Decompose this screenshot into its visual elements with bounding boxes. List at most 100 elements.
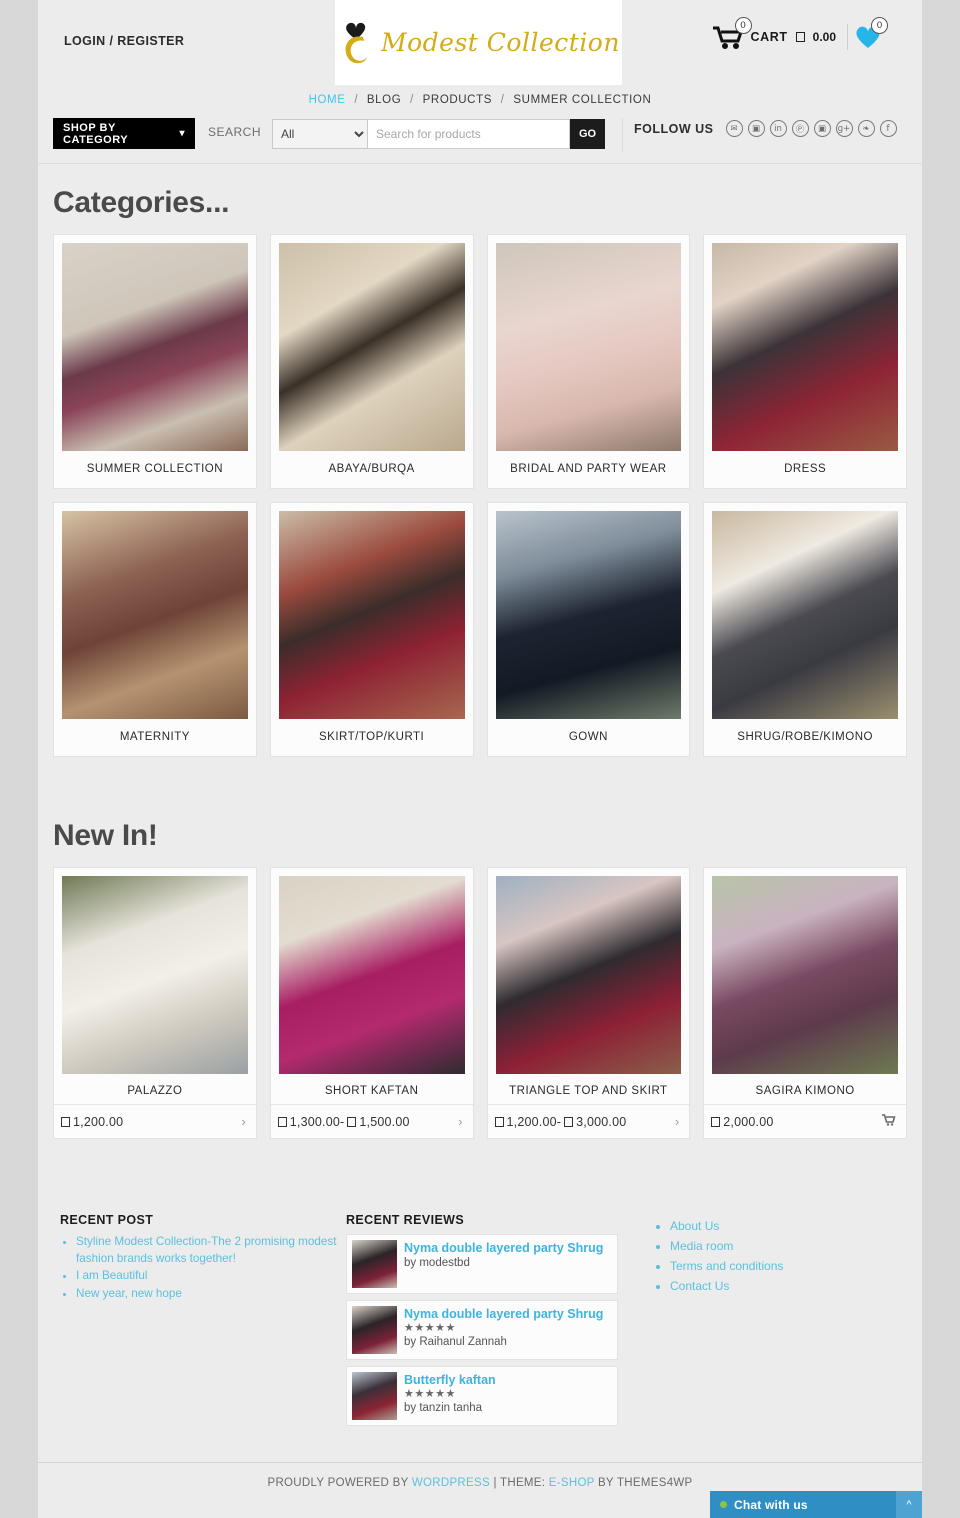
recent-post-link[interactable]: I am Beautiful xyxy=(76,1269,147,1282)
credit-middle: | THEME: xyxy=(489,1477,549,1489)
breadcrumb-separator: / xyxy=(354,94,359,106)
googleplus-icon[interactable]: g+ xyxy=(835,120,853,137)
list-item[interactable]: New year, new hope xyxy=(76,1286,346,1303)
category-card[interactable]: SUMMER COLLECTION xyxy=(53,234,257,489)
currency-symbol-icon xyxy=(347,1116,357,1127)
twitter-icon[interactable]: ❧ xyxy=(857,120,875,137)
login-register-link[interactable]: LOGIN / REGISTER xyxy=(64,34,184,48)
review-product-link[interactable]: Nyma double layered party Shrug xyxy=(404,1240,603,1256)
search-toolbar: SHOP BY CATEGORY ▾ SEARCH All GO FOLLOW … xyxy=(38,110,922,164)
search-go-button[interactable]: GO xyxy=(570,119,605,149)
product-card[interactable]: TRIANGLE TOP AND SKIRT 1,200.00- 3,000.00… xyxy=(486,867,691,1139)
follow-us-label: FOLLOW US xyxy=(634,121,714,136)
category-thumbnail xyxy=(278,511,465,719)
wordpress-link[interactable]: WORDPRESS xyxy=(412,1477,490,1489)
review-product-link[interactable]: Nyma double layered party Shrug xyxy=(404,1306,603,1322)
recent-post-link[interactable]: Styline Modest Collection-The 2 promisin… xyxy=(76,1235,337,1265)
recent-post-heading: RECENT POST xyxy=(60,1213,154,1227)
list-item[interactable]: Styline Modest Collection-The 2 promisin… xyxy=(76,1234,346,1267)
select-options-chevron-icon[interactable]: › xyxy=(669,1114,685,1129)
category-image xyxy=(62,511,248,719)
instagram-icon[interactable]: ▣ xyxy=(813,120,831,137)
linkedin-icon[interactable]: in xyxy=(769,120,787,137)
category-thumbnail xyxy=(712,511,898,719)
theme-link[interactable]: E-SHOP xyxy=(549,1477,595,1489)
product-price-row: 1,200.00 › xyxy=(54,1104,256,1138)
category-name: SUMMER COLLECTION xyxy=(86,463,224,475)
category-card[interactable]: MATERNITY xyxy=(53,502,257,757)
breadcrumb-item-blog[interactable]: BLOG xyxy=(367,94,401,106)
footer-link-terms[interactable]: Terms and conditions xyxy=(670,1259,783,1273)
breadcrumb-item-summer-collection[interactable]: SUMMER COLLECTION xyxy=(513,94,651,106)
toolbar-divider xyxy=(622,118,623,152)
category-card[interactable]: GOWN xyxy=(486,502,691,757)
shop-by-category-dropdown[interactable]: SHOP BY CATEGORY ▾ xyxy=(53,118,195,149)
site-header: LOGIN / REGISTER Modest Collection 0 CAR… xyxy=(38,0,922,88)
product-card[interactable]: PALAZZO 1,200.00 › xyxy=(53,867,257,1139)
chat-expand-caret-icon[interactable]: ^ xyxy=(896,1491,922,1518)
select-options-chevron-icon[interactable]: › xyxy=(452,1114,468,1129)
cart-count-badge: 0 xyxy=(734,17,752,34)
category-card[interactable]: DRESS xyxy=(703,234,907,489)
category-name: DRESS xyxy=(784,463,827,475)
review-item[interactable]: Nyma double layered party Shrug by modes… xyxy=(346,1234,618,1294)
add-to-cart-icon[interactable] xyxy=(876,1114,902,1129)
cart-widget[interactable]: 0 CART 0.00 xyxy=(712,17,836,50)
category-thumbnail xyxy=(495,511,682,719)
review-thumbnail xyxy=(352,1372,397,1420)
categories-title: Categories... xyxy=(53,186,230,219)
email-icon[interactable]: ✉ xyxy=(725,120,743,137)
category-name: BRIDAL AND PARTY WEAR xyxy=(510,463,667,475)
category-card[interactable]: SHRUG/ROBE/KIMONO xyxy=(703,502,907,757)
breadcrumb: HOME / BLOG / PRODUCTS / SUMMER COLLECTI… xyxy=(38,88,922,110)
breadcrumb-item-products[interactable]: PRODUCTS xyxy=(423,94,492,106)
header-divider xyxy=(847,24,848,50)
product-price: 2,000.00 xyxy=(708,1115,773,1129)
pinterest-icon[interactable]: Ⓟ xyxy=(791,120,809,137)
category-card[interactable]: SKIRT/TOP/KURTI xyxy=(269,502,474,757)
footer-link-about-us[interactable]: About Us xyxy=(670,1219,719,1233)
review-image xyxy=(352,1372,397,1420)
category-name: MATERNITY xyxy=(119,731,190,743)
recent-post-link[interactable]: New year, new hope xyxy=(76,1287,182,1300)
product-image xyxy=(495,876,682,1074)
flickr-icon[interactable]: ▣ xyxy=(747,120,765,137)
product-name: PALAZZO xyxy=(127,1085,183,1097)
list-item[interactable]: Media room xyxy=(670,1237,868,1256)
list-item[interactable]: Contact Us xyxy=(670,1277,868,1296)
wishlist-count-badge: 0 xyxy=(871,17,888,34)
review-product-link[interactable]: Butterfly kaftan xyxy=(404,1372,496,1388)
chat-widget[interactable]: Chat with us ^ xyxy=(710,1491,922,1518)
list-item[interactable]: Terms and conditions xyxy=(670,1257,868,1276)
category-thumbnail xyxy=(495,243,682,451)
facebook-icon[interactable]: f xyxy=(879,120,897,137)
footer-link-contact-us[interactable]: Contact Us xyxy=(670,1279,729,1293)
category-image xyxy=(495,511,682,719)
list-item[interactable]: I am Beautiful xyxy=(76,1268,346,1285)
logo-text: Modest Collection xyxy=(381,28,620,57)
search-category-select[interactable]: All xyxy=(272,119,368,149)
product-name: SAGIRA KIMONO xyxy=(755,1085,855,1097)
review-item[interactable]: Nyma double layered party Shrug ★★★★★ by… xyxy=(346,1300,618,1360)
search-input[interactable] xyxy=(368,119,570,149)
footer-link-media-room[interactable]: Media room xyxy=(670,1239,733,1253)
list-item[interactable]: About Us xyxy=(670,1217,868,1236)
footer-links-list: About Us Media room Terms and conditions… xyxy=(654,1217,868,1296)
product-price-row: 1,200.00- 3,000.00 › xyxy=(487,1104,690,1138)
product-card[interactable]: SHORT KAFTAN 1,300.00- 1,500.00 › xyxy=(269,867,474,1139)
wishlist-widget[interactable]: 0 xyxy=(854,17,888,50)
cart-label: CART xyxy=(750,30,788,44)
breadcrumb-separator: / xyxy=(410,94,414,106)
product-card[interactable]: SAGIRA KIMONO 2,000.00 xyxy=(703,867,907,1139)
chat-label: Chat with us xyxy=(734,1497,808,1512)
select-options-chevron-icon[interactable]: › xyxy=(235,1114,251,1129)
category-image xyxy=(712,243,898,451)
review-item[interactable]: Butterfly kaftan ★★★★★ by tanzin tanha xyxy=(346,1366,618,1426)
site-logo[interactable]: Modest Collection xyxy=(335,0,622,85)
category-card[interactable]: BRIDAL AND PARTY WEAR xyxy=(486,234,691,489)
breadcrumb-item-home[interactable]: HOME xyxy=(309,94,346,106)
category-thumbnail xyxy=(62,243,248,451)
review-author: by Raihanul Zannah xyxy=(404,1336,507,1348)
newin-grid: PALAZZO 1,200.00 › SHORT KAFTAN 1,300.00… xyxy=(38,867,922,1139)
category-card[interactable]: ABAYA/BURQA xyxy=(269,234,474,489)
